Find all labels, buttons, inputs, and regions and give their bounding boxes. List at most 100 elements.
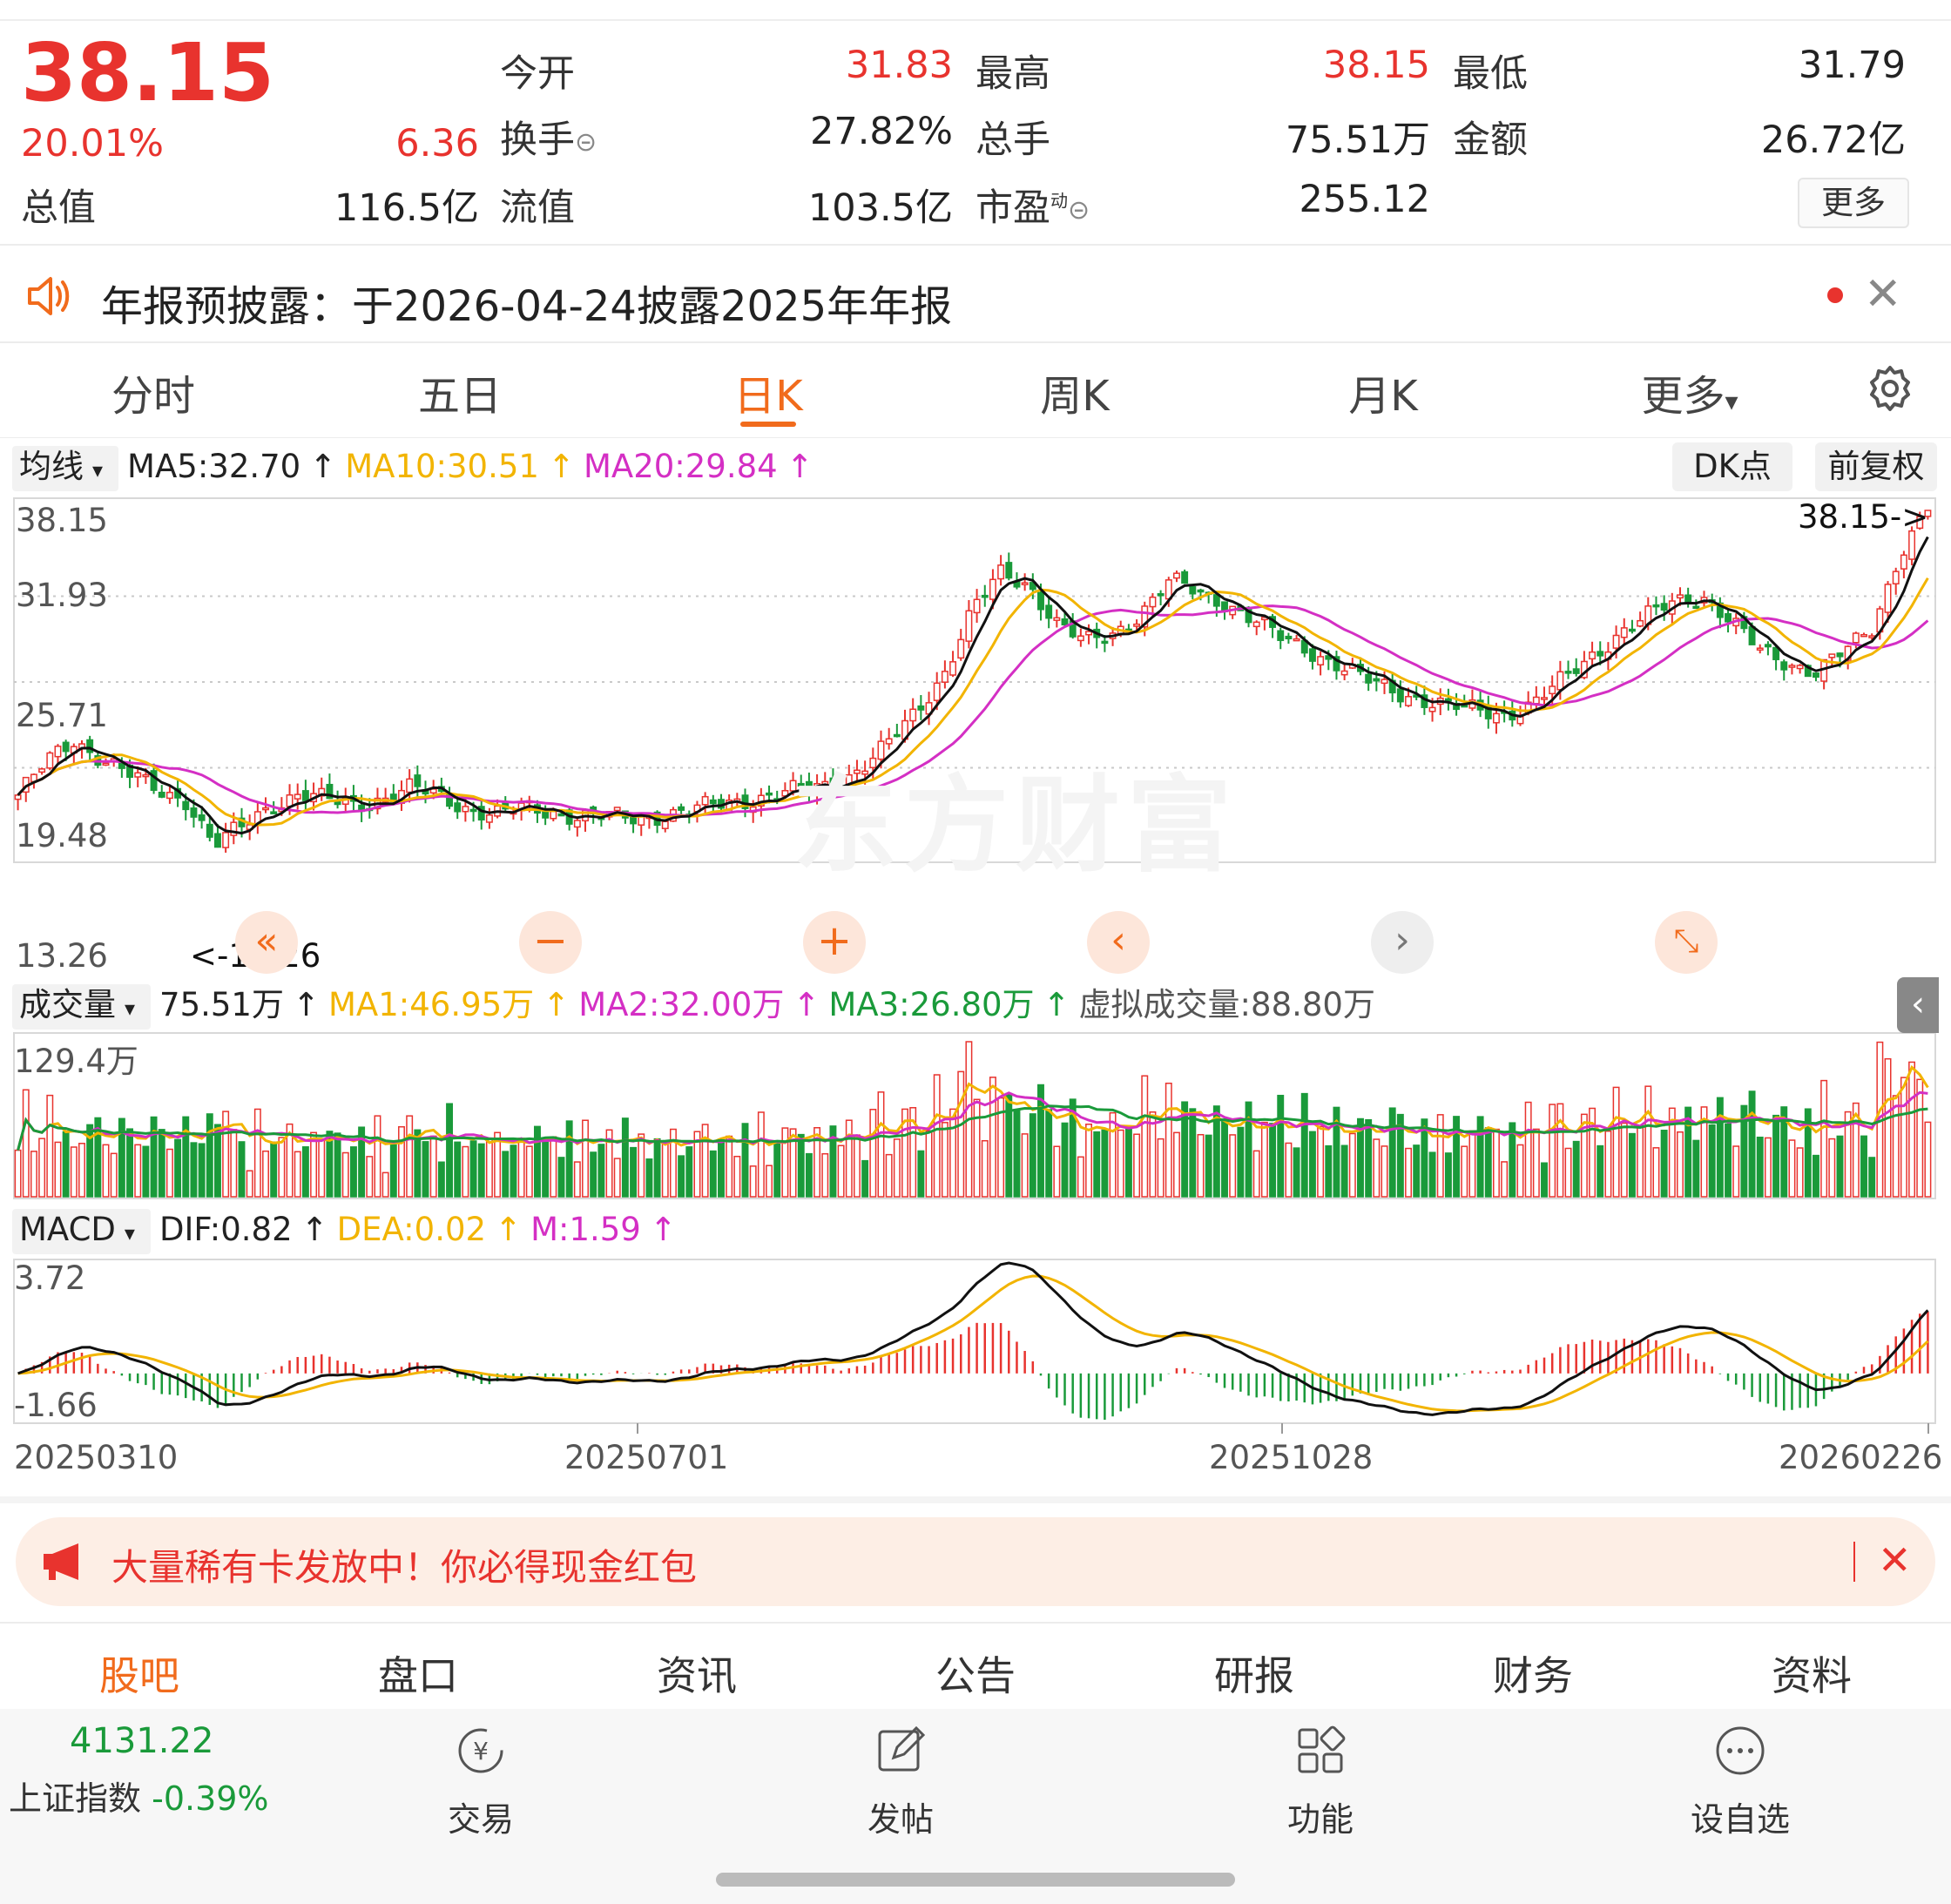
volume-bar bbox=[726, 1135, 733, 1198]
candle-body bbox=[1860, 633, 1867, 638]
volume-bar bbox=[1725, 1123, 1732, 1198]
tab-guba[interactable]: 股吧 bbox=[52, 1644, 226, 1702]
tab-news[interactable]: 资讯 bbox=[610, 1644, 784, 1702]
chevron-left-icon[interactable]: ‹ bbox=[1087, 911, 1150, 974]
dk-button[interactable]: DK点 bbox=[1672, 442, 1792, 491]
volume-bar bbox=[1045, 1109, 1053, 1198]
index-value[interactable]: 4131.22 bbox=[70, 1721, 213, 1761]
tab-monthly-k[interactable]: 月K bbox=[1296, 361, 1470, 422]
virtual-volume: 虚拟成交量:88.80万 bbox=[1078, 986, 1375, 1023]
info-icon[interactable]: ⊝ bbox=[1068, 195, 1090, 226]
volume-bar bbox=[653, 1138, 661, 1198]
zoom-out-icon[interactable]: − bbox=[519, 911, 582, 974]
volume-bar bbox=[1124, 1125, 1132, 1198]
volume-bar bbox=[1900, 1077, 1907, 1198]
volume-bar bbox=[1501, 1161, 1509, 1198]
info-icon[interactable]: ⊝ bbox=[575, 127, 597, 158]
pe-label-text: 市盈 bbox=[976, 186, 1050, 230]
candle-body bbox=[1813, 672, 1819, 679]
candle-body bbox=[469, 808, 477, 813]
zoom-in-icon[interactable]: + bbox=[803, 911, 866, 974]
volume-bar bbox=[165, 1148, 173, 1198]
candle-body bbox=[893, 733, 901, 738]
pe-label[interactable]: 市盈动⊝ bbox=[976, 178, 1090, 232]
trade-label[interactable]: 交易 bbox=[411, 1793, 550, 1840]
pe-value: 255.12 bbox=[1299, 178, 1430, 221]
volume-bar bbox=[1556, 1103, 1564, 1198]
volume-bar bbox=[1381, 1145, 1388, 1198]
more-button[interactable]: 更多 bbox=[1798, 178, 1909, 228]
volume-bar bbox=[1340, 1144, 1348, 1198]
volume-bar bbox=[861, 1159, 869, 1198]
divider bbox=[0, 1622, 1951, 1624]
candle-body bbox=[270, 811, 278, 814]
close-icon[interactable]: ✕ bbox=[1878, 1536, 1912, 1583]
candle-body bbox=[158, 792, 165, 798]
volume-bar bbox=[941, 1122, 948, 1198]
promo-banner[interactable]: 大量稀有卡发放中！你必得现金红包 ✕ bbox=[16, 1517, 1935, 1606]
apps-icon[interactable] bbox=[1293, 1723, 1348, 1779]
close-icon[interactable]: ✕ bbox=[1864, 272, 1902, 317]
volume-bar bbox=[1572, 1140, 1580, 1198]
collapse-panel-icon[interactable]: ‹ bbox=[1897, 977, 1939, 1033]
high-label: 最高 bbox=[976, 52, 1050, 96]
tab-timeshare[interactable]: 分时 bbox=[66, 361, 240, 422]
rewind-icon[interactable]: « bbox=[235, 911, 298, 974]
tab-five-day[interactable]: 五日 bbox=[373, 361, 547, 422]
trade-icon[interactable]: ¥ bbox=[453, 1723, 509, 1779]
candle-body bbox=[965, 610, 973, 642]
volume-bar bbox=[1101, 1129, 1109, 1198]
macd-selector[interactable]: MACD ▾ bbox=[12, 1209, 151, 1254]
tab-order-book[interactable]: 盘口 bbox=[331, 1644, 505, 1702]
adjust-button[interactable]: 前复权 bbox=[1815, 442, 1937, 491]
volume-bar bbox=[1677, 1131, 1684, 1198]
tab-daily-k[interactable]: 日K bbox=[681, 361, 855, 422]
macd-selector-label: MACD bbox=[19, 1211, 116, 1248]
tab-profile[interactable]: 资料 bbox=[1725, 1644, 1899, 1702]
tab-more[interactable]: 更多▾ bbox=[1603, 361, 1777, 422]
tab-financials[interactable]: 财务 bbox=[1446, 1644, 1620, 1702]
gear-icon[interactable] bbox=[1866, 364, 1914, 413]
fullscreen-icon[interactable]: ⤡ bbox=[1655, 911, 1718, 974]
candle-body bbox=[573, 820, 581, 828]
volume-selector[interactable]: 成交量 ▾ bbox=[12, 984, 152, 1030]
candle-body bbox=[206, 823, 213, 838]
macd-axis-bottom: -1.66 bbox=[14, 1387, 98, 1424]
function-label[interactable]: 功能 bbox=[1251, 1793, 1390, 1840]
volume-bar bbox=[1549, 1104, 1556, 1198]
candle-body bbox=[709, 799, 717, 805]
mktcap-value: 116.5亿 bbox=[334, 186, 479, 230]
volume-bar bbox=[1141, 1075, 1149, 1198]
edit-icon[interactable] bbox=[873, 1723, 928, 1779]
volume-bar bbox=[1197, 1133, 1205, 1198]
candle-body bbox=[1652, 604, 1660, 608]
volume-bar bbox=[957, 1070, 965, 1198]
ma20-value: MA20:29.84 bbox=[583, 448, 778, 485]
volume-bar bbox=[1476, 1116, 1484, 1198]
candle-body bbox=[1085, 631, 1092, 636]
low-value: 31.79 bbox=[1798, 44, 1906, 87]
tab-weekly-k[interactable]: 周K bbox=[988, 361, 1162, 422]
add-watchlist-label[interactable]: 设自选 bbox=[1671, 1793, 1810, 1840]
volume-bar bbox=[158, 1129, 165, 1198]
candle-body bbox=[661, 820, 669, 829]
volume-bar bbox=[510, 1144, 517, 1198]
more-dots-icon[interactable] bbox=[1712, 1723, 1768, 1779]
volume-bar bbox=[1085, 1124, 1092, 1198]
arrow-up-icon: ↑ bbox=[793, 986, 820, 1023]
tab-announcements[interactable]: 公告 bbox=[888, 1644, 1063, 1702]
candle-body bbox=[1748, 625, 1756, 645]
candle-body bbox=[1564, 671, 1572, 674]
post-label[interactable]: 发帖 bbox=[831, 1793, 970, 1840]
ma-selector[interactable]: 均线 ▾ bbox=[12, 446, 119, 491]
notice-text[interactable]: 年报预披露：于2026-04-24披露2025年年报 bbox=[101, 272, 952, 333]
volume-bar bbox=[1788, 1139, 1796, 1198]
turnover-label[interactable]: 换手⊝ bbox=[500, 110, 597, 164]
kline-chart[interactable] bbox=[0, 493, 1951, 1469]
tab-research[interactable]: 研报 bbox=[1167, 1644, 1341, 1702]
chevron-right-icon[interactable]: › bbox=[1371, 911, 1434, 974]
index-name: 上证指数 bbox=[9, 1779, 142, 1818]
volume-bar bbox=[525, 1145, 533, 1198]
index-widget[interactable]: 上证指数 -0.39% bbox=[9, 1772, 269, 1820]
arrow-up-icon: ↑ bbox=[300, 1211, 328, 1248]
